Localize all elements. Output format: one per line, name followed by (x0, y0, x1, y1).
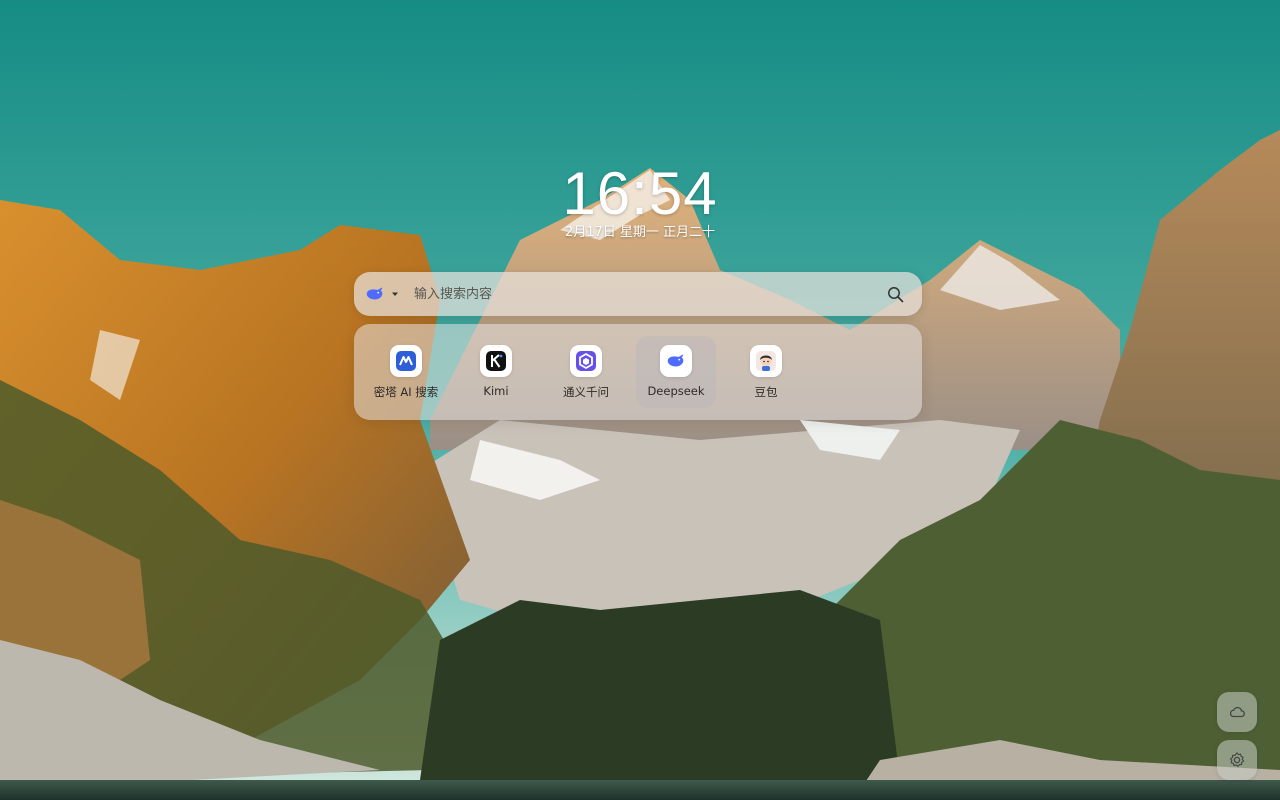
ai-shortcuts-panel: 密塔 AI 搜索 Kimi 通义千问 Deepseek 豆包 (354, 324, 922, 420)
search-button[interactable] (880, 279, 910, 309)
shortcut-label: Kimi (483, 384, 509, 398)
search-input[interactable] (412, 278, 880, 310)
kimi-icon (480, 345, 512, 377)
shortcut-tongyi[interactable]: 通义千问 (546, 336, 626, 408)
cloud-icon (1229, 706, 1245, 718)
clock-time: 16:54 (562, 160, 718, 227)
shortcut-label: Deepseek (647, 384, 705, 398)
tongyi-icon (570, 345, 602, 377)
search-bar (354, 272, 922, 316)
shortcut-label: 通义千问 (563, 385, 609, 399)
search-icon (887, 286, 903, 302)
deepseek-whale-icon (366, 287, 383, 300)
clock-date: 2月17日 星期一 正月二十 (564, 225, 716, 240)
shortcut-label: 豆包 (754, 385, 778, 399)
chevron-down-icon (392, 292, 398, 296)
weather-button[interactable] (1217, 692, 1257, 732)
shortcut-label: 密塔 AI 搜索 (373, 385, 439, 399)
deepseek-icon (660, 345, 692, 377)
shortcut-deepseek[interactable]: Deepseek (636, 336, 716, 408)
doubao-icon (750, 345, 782, 377)
gear-icon (1229, 752, 1245, 767)
metaso-icon (390, 345, 422, 377)
shortcut-kimi[interactable]: Kimi (456, 336, 536, 408)
search-engine-selector[interactable] (364, 279, 404, 309)
shortcut-doubao[interactable]: 豆包 (726, 336, 806, 408)
shortcut-metaso[interactable]: 密塔 AI 搜索 (366, 336, 446, 408)
settings-button[interactable] (1217, 740, 1257, 780)
